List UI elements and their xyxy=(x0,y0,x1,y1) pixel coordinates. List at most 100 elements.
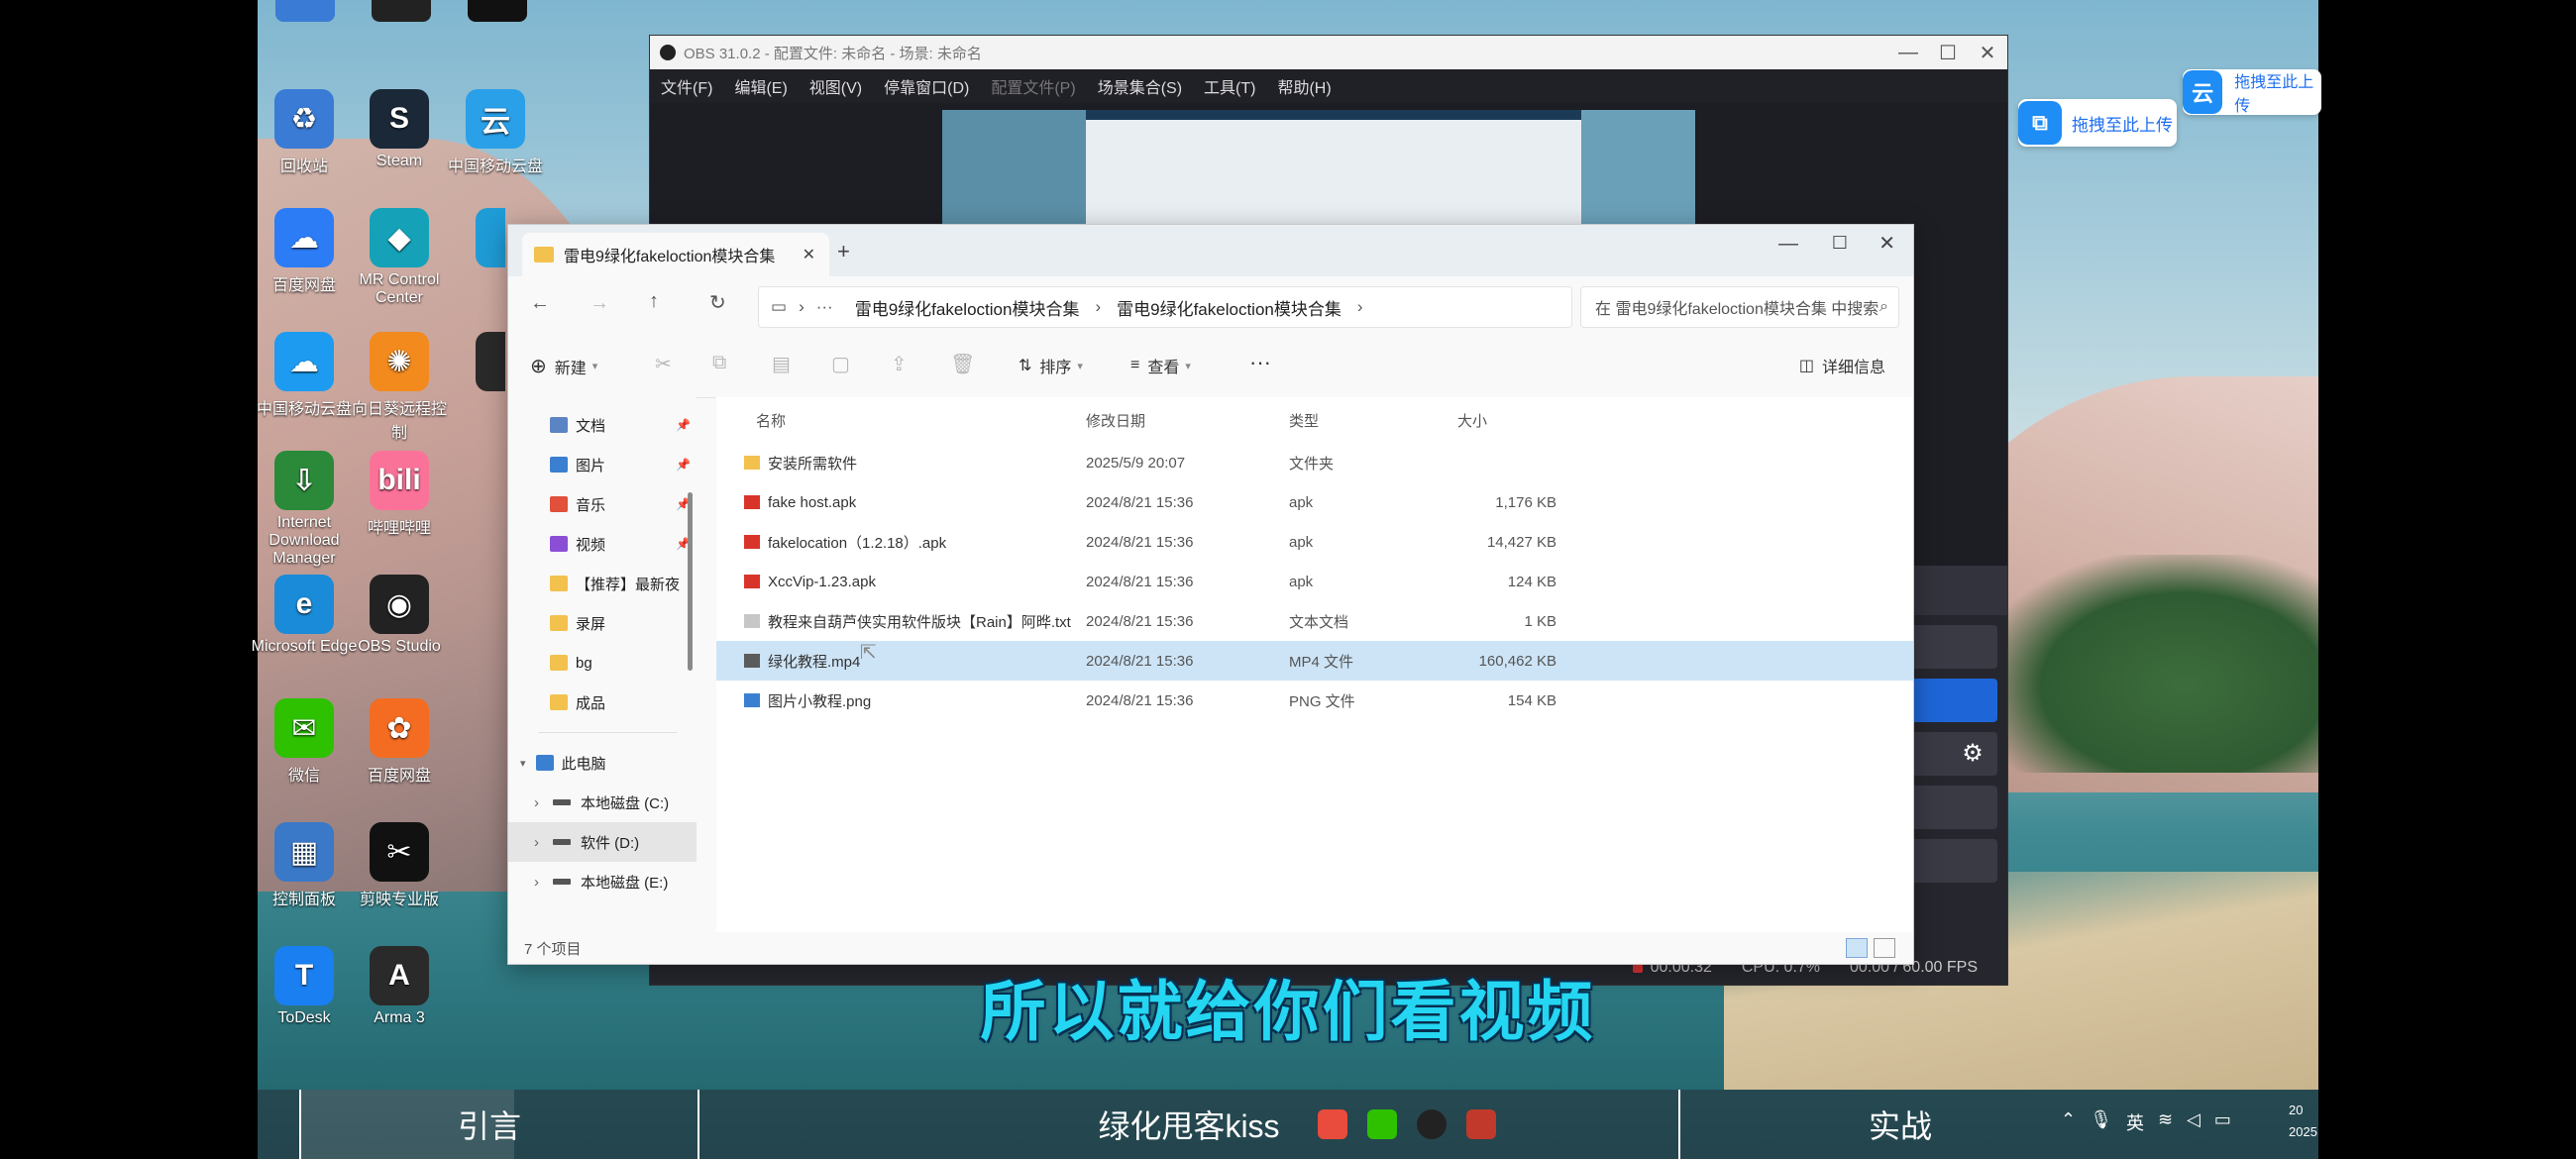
details-pane-button[interactable]: ◫ 详细信息 xyxy=(1799,354,1885,377)
file-row[interactable]: 安装所需软件 2025/5/9 20:07 文件夹 xyxy=(716,443,1913,482)
more-options-button[interactable]: ··· xyxy=(1249,350,1271,375)
tiles-view-icon[interactable] xyxy=(1874,938,1895,958)
file-row[interactable]: 绿化教程.mp4 2024/8/21 15:36 MP4 文件 160,462 KB xyxy=(716,641,1913,681)
menu-help[interactable]: 帮助(H) xyxy=(1277,74,1331,98)
battery-icon[interactable]: ▭ xyxy=(2214,1109,2231,1135)
taskbar-app-icon[interactable] xyxy=(1318,1109,1347,1139)
desktop-icon[interactable]: ✿ 百度网盘 xyxy=(345,698,454,786)
search-input[interactable]: 在 雷电9绿化fakeloction模块合集 中搜索 ⌕ xyxy=(1580,286,1899,328)
details-view-icon[interactable] xyxy=(1846,938,1868,958)
desktop-icon[interactable]: ◆ MR Control Center xyxy=(345,208,454,307)
close-tab-icon[interactable]: ✕ xyxy=(803,245,815,264)
desktop-icon[interactable]: ▦ 控制面板 xyxy=(250,822,359,909)
volume-icon[interactable]: ◁ xyxy=(2187,1109,2200,1135)
column-type[interactable]: 类型 xyxy=(1289,410,1457,431)
cut-icon[interactable]: ✂ xyxy=(655,352,672,376)
file-row[interactable]: 图片小教程.png 2024/8/21 15:36 PNG 文件 154 KB xyxy=(716,681,1913,720)
minimize-icon[interactable]: — xyxy=(1888,42,1928,64)
explorer-tab[interactable]: 雷电9绿化fakeloction模块合集 ✕ xyxy=(522,233,829,276)
column-size[interactable]: 大小 xyxy=(1457,410,1556,431)
menu-tools[interactable]: 工具(T) xyxy=(1204,74,1255,98)
obs-preview[interactable] xyxy=(942,110,1695,227)
paste-icon[interactable]: ▤ xyxy=(772,352,791,376)
breadcrumb-item-1[interactable]: 雷电9绿化fakeloction模块合集 xyxy=(855,295,1080,320)
overflow-icon[interactable]: ··· xyxy=(816,297,833,317)
desktop-icon-partial[interactable] xyxy=(476,208,505,267)
chevron-right-icon[interactable]: › xyxy=(534,834,539,851)
column-name[interactable]: 名称 xyxy=(716,410,1086,431)
menu-scene-collection[interactable]: 场景集合(S) xyxy=(1098,74,1182,98)
taskbar-obs-icon[interactable] xyxy=(1417,1109,1447,1139)
back-arrow-icon[interactable]: ← xyxy=(530,292,550,315)
tray-chevron-icon[interactable]: ⌃ xyxy=(2061,1109,2076,1135)
settings-gear-icon[interactable]: ⚙ xyxy=(1958,739,1987,769)
nav-drive[interactable]: › 软件 (D:) xyxy=(508,822,697,862)
microphone-icon[interactable]: 🎙 xyxy=(2090,1109,2112,1135)
nav-scrollbar[interactable] xyxy=(688,492,693,671)
desktop-icon[interactable]: ◉ OBS Studio xyxy=(345,575,454,656)
cut-icon-1[interactable] xyxy=(275,0,335,22)
nav-item[interactable]: 图片 📌 xyxy=(508,445,697,484)
desktop-icon[interactable]: ✺ 向日葵远程控制 xyxy=(345,332,454,443)
desktop-icon[interactable]: ☁ 百度网盘 xyxy=(250,208,359,295)
nav-item[interactable]: 成品 xyxy=(508,683,697,722)
desktop-icon[interactable]: e Microsoft Edge xyxy=(250,575,359,656)
ime-indicator[interactable]: 英 xyxy=(2126,1109,2144,1135)
nav-item[interactable]: 音乐 📌 xyxy=(508,484,697,524)
nav-drive[interactable]: › 本地磁盘 (C:) xyxy=(508,783,697,822)
desktop-icon[interactable]: bili 哔哩哔哩 xyxy=(345,451,454,538)
desktop-icon[interactable]: 云中国移动云盘 xyxy=(441,89,550,176)
chapter-practice[interactable]: 实战 xyxy=(1680,1090,2120,1159)
explorer-close-icon[interactable]: ✕ xyxy=(1878,231,1895,256)
file-row[interactable]: 教程来自葫芦侠实用软件版块【Rain】阿晔.txt 2024/8/21 15:36… xyxy=(716,601,1913,641)
menu-file[interactable]: 文件(F) xyxy=(661,74,712,98)
desktop-icon-partial[interactable] xyxy=(476,332,505,391)
desktop-icon[interactable]: ✉ 微信 xyxy=(250,698,359,786)
menu-profile[interactable]: 配置文件(P) xyxy=(991,74,1075,98)
chevron-right-icon[interactable]: › xyxy=(534,874,539,891)
file-row[interactable]: fakelocation（1.2.18）.apk 2024/8/21 15:36 a… xyxy=(716,522,1913,562)
view-button[interactable]: ≡ 查看 ▾ xyxy=(1130,354,1191,377)
pin-icon[interactable]: 📌 xyxy=(676,418,691,432)
desktop-icon[interactable]: S Steam xyxy=(345,89,454,170)
explorer-minimize-icon[interactable]: — xyxy=(1778,233,1798,256)
file-row[interactable]: fake host.apk 2024/8/21 15:36 apk 1,176 KB xyxy=(716,482,1913,522)
chapter-main[interactable]: 绿化甩客kiss xyxy=(699,1090,1678,1159)
wifi-icon[interactable]: ≋ xyxy=(2158,1109,2173,1135)
nav-item[interactable]: 【推荐】最新夜 xyxy=(508,564,697,603)
menu-docks[interactable]: 停靠窗口(D) xyxy=(884,74,969,98)
chevron-right-icon[interactable]: › xyxy=(534,794,539,811)
desktop-icon[interactable]: ☁ 中国移动云盘 xyxy=(250,332,359,419)
breadcrumb[interactable]: ▭ › ··· 雷电9绿化fakeloction模块合集 › 雷电9绿化fake… xyxy=(758,286,1572,328)
copy-icon[interactable]: ⧉ xyxy=(712,352,726,374)
desktop-icon[interactable]: ⇩ Internet Download Manager xyxy=(250,451,359,568)
obs-titlebar[interactable]: OBS 31.0.2 - 配置文件: 未命名 - 场景: 未命名 — ☐ ✕ xyxy=(650,36,2007,69)
upload-widget-top[interactable]: 云 拖拽至此上传 xyxy=(2183,69,2321,115)
nav-this-pc[interactable]: ▾ 此电脑 xyxy=(508,743,697,783)
maximize-icon[interactable]: ☐ xyxy=(1928,41,1968,65)
breadcrumb-item-2[interactable]: 雷电9绿化fakeloction模块合集 xyxy=(1117,295,1342,320)
menu-view[interactable]: 视图(V) xyxy=(809,74,862,98)
share-icon[interactable]: ⇪ xyxy=(891,352,908,376)
tray-clock[interactable]: 20 2025 xyxy=(2289,1100,2317,1143)
explorer-maximize-icon[interactable]: ☐ xyxy=(1832,233,1848,254)
close-icon[interactable]: ✕ xyxy=(1968,41,2007,65)
nav-item[interactable]: bg xyxy=(508,643,697,683)
nav-drive[interactable]: › 本地磁盘 (E:) xyxy=(508,862,697,901)
pin-icon[interactable]: 📌 xyxy=(676,458,691,472)
desktop-icon[interactable]: ♻ 回收站 xyxy=(250,89,359,176)
up-arrow-icon[interactable]: ↑ xyxy=(649,290,659,313)
taskbar-app-icon[interactable] xyxy=(1367,1109,1397,1139)
forward-arrow-icon[interactable]: → xyxy=(590,292,609,315)
new-button[interactable]: ⊕ 新建 ▾ xyxy=(530,354,597,378)
desktop-icon[interactable]: ✂ 剪映专业版 xyxy=(345,822,454,909)
taskbar-app-icon[interactable] xyxy=(1466,1109,1496,1139)
file-row[interactable]: XccVip-1.23.apk 2024/8/21 15:36 apk 124 KB xyxy=(716,562,1913,601)
menu-edit[interactable]: 编辑(E) xyxy=(734,74,787,98)
delete-icon[interactable]: 🗑 xyxy=(950,352,975,376)
nav-item[interactable]: 文档 📌 xyxy=(508,405,697,445)
refresh-icon[interactable]: ↻ xyxy=(709,290,726,315)
cut-icon-3[interactable] xyxy=(468,0,527,22)
chapter-intro[interactable]: 引言 xyxy=(301,1090,678,1159)
nav-item[interactable]: 视频 📌 xyxy=(508,524,697,564)
